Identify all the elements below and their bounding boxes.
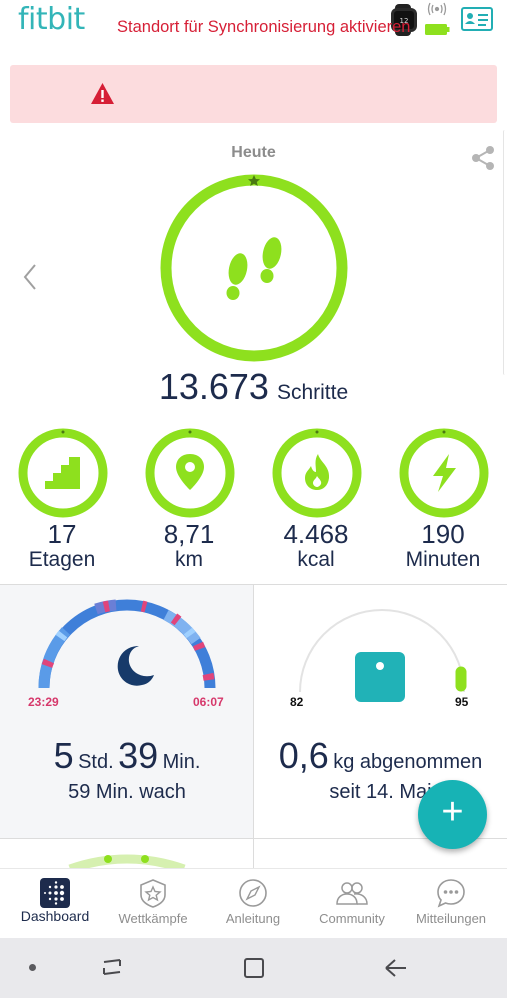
water-tile[interactable] <box>0 838 254 868</box>
stat-unit: Etagen <box>28 548 96 571</box>
stat-value: 190 <box>421 519 465 549</box>
sleep-start-time: 23:29 <box>28 695 59 709</box>
date-label: Heute <box>231 144 276 161</box>
stat-calories[interactable]: 4.468 kcal <box>260 428 372 578</box>
steps-summary: 13.673 Schritte <box>0 366 507 408</box>
stat-value: 17 <box>47 519 77 549</box>
signal-icon <box>427 2 447 16</box>
location-pin-icon <box>145 428 235 518</box>
weight-start: 82 <box>290 695 304 709</box>
add-button[interactable]: + <box>418 780 487 849</box>
weight-value: 0,6 <box>278 735 329 776</box>
sleep-duration: 5 Std. 39 Min. <box>0 735 254 777</box>
tab-guidance[interactable]: Anleitung <box>203 869 303 939</box>
steps-value: 13.673 <box>158 366 269 407</box>
previous-day-arrow-icon[interactable] <box>20 262 40 292</box>
stairs-icon <box>18 428 108 518</box>
lightning-icon <box>399 428 489 518</box>
dashboard-icon <box>40 878 70 908</box>
tab-label: Anleitung <box>225 911 281 926</box>
tab-label: Wettkämpfe <box>118 911 188 926</box>
battery-icon <box>425 2 450 35</box>
warning-icon <box>91 83 114 104</box>
stat-floors[interactable]: 17 Etagen <box>6 428 118 578</box>
moon-icon <box>117 646 154 686</box>
fitbit-logo: fitbit <box>18 2 85 37</box>
profile-card-icon[interactable] <box>461 7 493 31</box>
share-icon[interactable] <box>470 145 496 171</box>
bottom-navigation: Dashboard Wettkämpfe Anleitung Community… <box>0 868 507 938</box>
recent-apps-icon[interactable] <box>101 957 123 979</box>
banner-text: Standort für Synchronisierung aktivieren <box>117 18 411 36</box>
tab-label: Community <box>319 911 385 926</box>
sleep-minutes-unit: Min. <box>162 751 201 773</box>
stat-unit: kcal <box>297 548 335 571</box>
footsteps-icon <box>226 237 282 300</box>
steps-unit: Schritte <box>276 381 349 404</box>
stat-unit: km <box>175 548 203 571</box>
steps-ring[interactable] <box>158 172 350 364</box>
weight-label: kg abgenommen <box>333 751 483 773</box>
back-icon[interactable] <box>384 957 408 979</box>
chat-bubble-icon <box>437 879 465 908</box>
stat-distance[interactable]: 8,71 km <box>133 428 245 578</box>
sleep-stages-arc <box>38 599 216 689</box>
tab-notifications[interactable]: Mitteilungen <box>401 869 501 939</box>
badge-star-icon <box>140 879 166 908</box>
tab-challenges[interactable]: Wettkämpfe <box>103 869 203 939</box>
flame-icon <box>272 428 362 518</box>
plus-icon: + <box>441 791 464 833</box>
stat-value: 4.468 <box>283 519 349 549</box>
sleep-hours-unit: Std. <box>78 751 114 773</box>
location-sync-banner[interactable] <box>10 65 497 123</box>
home-icon[interactable] <box>243 957 265 979</box>
community-icon <box>336 882 368 905</box>
sleep-end-time: 06:07 <box>193 695 224 709</box>
sleep-awake: 59 Min. wach <box>68 781 186 803</box>
weight-change: 0,6 kg abgenommen <box>254 735 507 777</box>
sleep-hours: 5 <box>53 735 74 776</box>
stat-unit: Minuten <box>405 548 481 571</box>
stat-active-minutes[interactable]: 190 Minuten <box>387 428 499 578</box>
tab-dashboard[interactable]: Dashboard <box>5 869 105 939</box>
stat-value: 8,71 <box>163 519 215 549</box>
sleep-minutes: 39 <box>118 735 159 776</box>
scroll-indicator <box>503 130 507 375</box>
tab-label: Mitteilungen <box>415 911 487 926</box>
system-navigation-bar <box>0 938 507 998</box>
scale-icon <box>355 652 405 702</box>
tab-label: Dashboard <box>20 908 90 924</box>
compass-icon <box>239 879 267 907</box>
weight-goal: 95 <box>455 695 469 709</box>
hide-bar-dot-icon[interactable] <box>29 964 36 971</box>
tab-community[interactable]: Community <box>302 869 402 939</box>
water-arc-icon <box>68 854 186 868</box>
